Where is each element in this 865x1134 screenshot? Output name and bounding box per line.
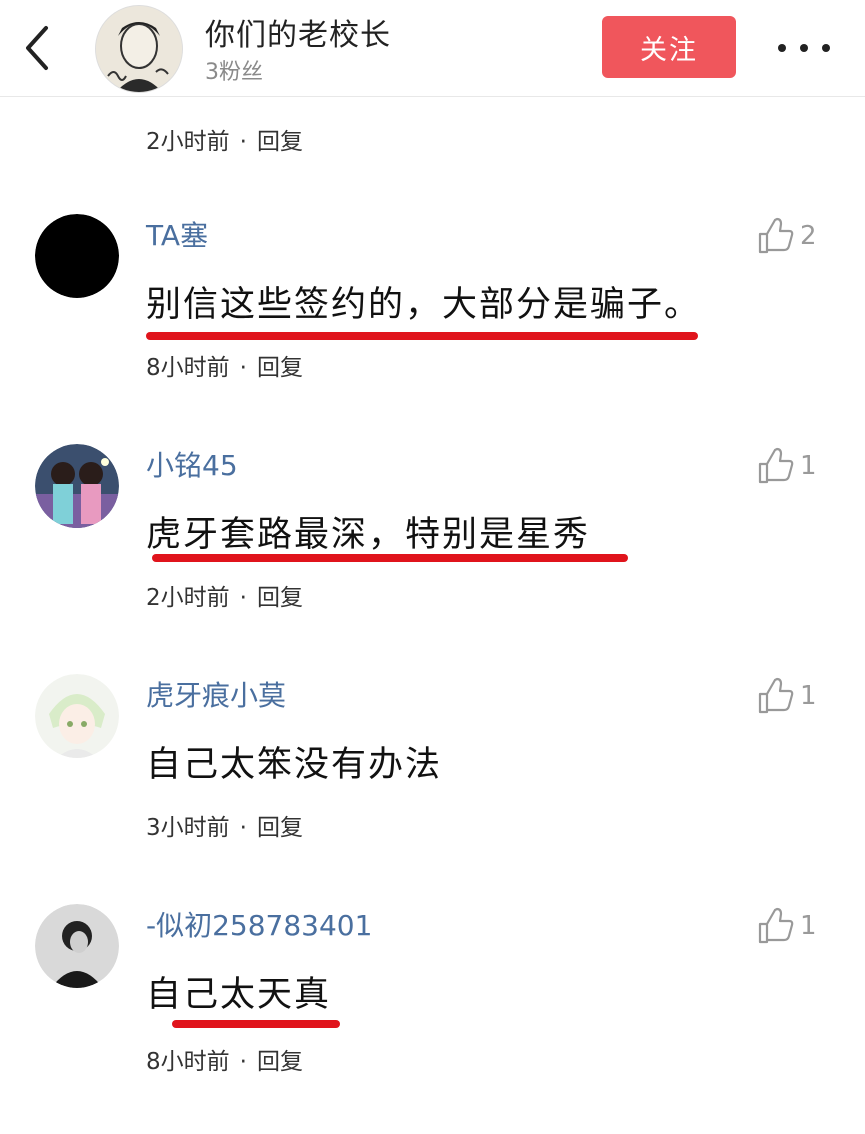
highlight-underline bbox=[172, 1020, 340, 1028]
avatar[interactable] bbox=[35, 904, 119, 988]
comment-item: -似初258783401 1 自己太天真 8小时前 · 回复 bbox=[0, 904, 865, 1134]
like-button[interactable]: 2 bbox=[756, 216, 817, 256]
thumbs-up-icon bbox=[758, 677, 794, 714]
comment-username[interactable]: TA塞 bbox=[146, 214, 208, 254]
author-avatar[interactable] bbox=[95, 5, 183, 93]
comment-time: 8小时前 bbox=[146, 1049, 230, 1075]
comment-time: 2小时前 bbox=[146, 585, 230, 611]
comment-username[interactable]: 小铭45 bbox=[146, 444, 238, 484]
comment-text: 自己太笨没有办法 bbox=[146, 745, 443, 785]
highlight-underline bbox=[146, 332, 698, 340]
back-button[interactable] bbox=[18, 20, 58, 76]
comment-meta: 8小时前 · 回复 bbox=[146, 1049, 303, 1075]
comment-meta: 3小时前 · 回复 bbox=[146, 815, 303, 841]
reply-button[interactable]: 回复 bbox=[257, 1049, 303, 1075]
like-count: 2 bbox=[800, 221, 817, 251]
reply-button[interactable]: 回复 bbox=[257, 815, 303, 841]
highlight-underline bbox=[152, 554, 628, 562]
more-icon bbox=[778, 44, 786, 52]
comment-text: 虎牙套路最深，特别是星秀 bbox=[146, 515, 591, 555]
comment-time: 8小时前 bbox=[146, 355, 230, 381]
back-icon bbox=[26, 26, 48, 70]
avatar[interactable] bbox=[35, 214, 119, 298]
like-button[interactable]: 1 bbox=[756, 676, 817, 716]
fan-count: 3粉丝 bbox=[205, 60, 263, 85]
comment-meta: 2小时前 · 回复 bbox=[146, 129, 303, 155]
avatar[interactable] bbox=[35, 674, 119, 758]
like-count: 1 bbox=[800, 451, 817, 481]
like-count: 1 bbox=[800, 681, 817, 711]
comment-item: TA塞 2 别信这些签约的，大部分是骗子。 8小时前 · 回复 bbox=[0, 214, 865, 444]
author-name[interactable]: 你们的老校长 bbox=[205, 10, 391, 54]
follow-button[interactable]: 关注 bbox=[602, 16, 736, 78]
avatar[interactable] bbox=[35, 444, 119, 528]
comment-text: 自己太天真 bbox=[146, 975, 332, 1015]
comment-username[interactable]: 虎牙痕小莫 bbox=[146, 674, 286, 714]
thumbs-up-icon bbox=[758, 907, 794, 944]
reply-button[interactable]: 回复 bbox=[257, 585, 303, 611]
reply-button[interactable]: 回复 bbox=[257, 129, 303, 155]
comment-text: 别信这些签约的，大部分是骗子。 bbox=[146, 285, 702, 325]
comment-item: 小铭45 1 虎牙套路最深，特别是星秀 2小时前 · 回复 bbox=[0, 444, 865, 674]
thumbs-up-icon bbox=[758, 217, 794, 254]
comment-time: 2小时前 bbox=[146, 129, 230, 155]
more-button[interactable] bbox=[778, 30, 830, 66]
comment-meta: 2小时前 · 回复 bbox=[146, 585, 303, 611]
thumbs-up-icon bbox=[758, 447, 794, 484]
like-button[interactable]: 1 bbox=[756, 906, 817, 946]
like-button[interactable]: 1 bbox=[756, 446, 817, 486]
comment-meta: 8小时前 · 回复 bbox=[146, 355, 303, 381]
comment-username[interactable]: -似初258783401 bbox=[146, 904, 372, 944]
reply-button[interactable]: 回复 bbox=[257, 355, 303, 381]
like-count: 1 bbox=[800, 911, 817, 941]
comment-time: 3小时前 bbox=[146, 815, 230, 841]
top-bar: 你们的老校长 3粉丝 关注 bbox=[0, 0, 865, 97]
comment-item: 虎牙痕小莫 1 自己太笨没有办法 3小时前 · 回复 bbox=[0, 674, 865, 904]
